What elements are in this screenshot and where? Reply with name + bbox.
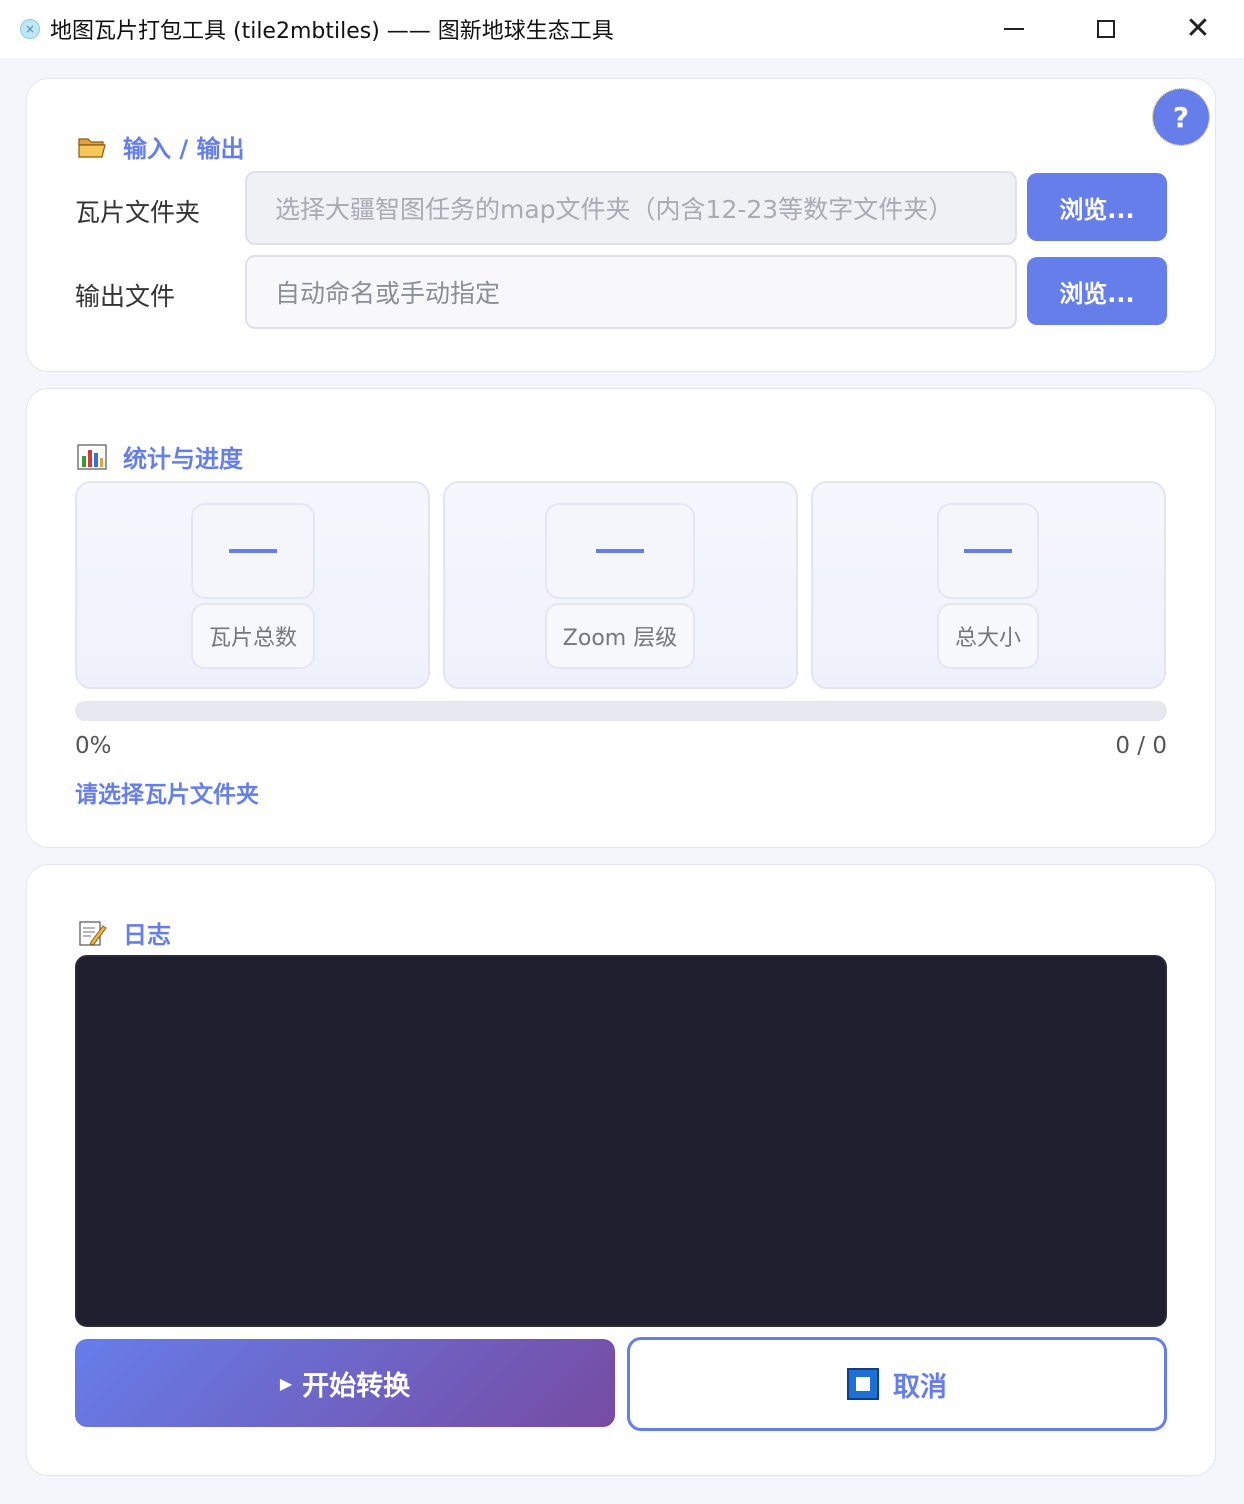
log-card: 日志 ▶ 开始转换 取消 bbox=[26, 864, 1216, 1476]
stat-total-size-value bbox=[937, 503, 1039, 599]
window-controls: ✕ bbox=[968, 0, 1244, 58]
bar-chart-icon bbox=[77, 443, 107, 470]
folder-icon bbox=[78, 137, 106, 158]
close-button[interactable]: ✕ bbox=[1152, 0, 1244, 58]
stat-total-size: 总大小 bbox=[811, 481, 1166, 689]
close-icon: ✕ bbox=[1185, 11, 1211, 46]
stat-zoom-levels-value bbox=[545, 503, 695, 599]
minimize-button[interactable] bbox=[968, 0, 1060, 58]
output-file-input[interactable]: 自动命名或手动指定 bbox=[245, 255, 1017, 329]
maximize-icon bbox=[1097, 20, 1115, 38]
log-section-title: 日志 bbox=[77, 915, 171, 950]
tile-folder-browse-button[interactable]: 浏览... bbox=[1027, 173, 1167, 241]
start-convert-button[interactable]: ▶ 开始转换 bbox=[75, 1339, 615, 1427]
dash-icon bbox=[596, 549, 644, 553]
help-button[interactable]: ? bbox=[1152, 88, 1210, 146]
tile-folder-placeholder: 选择大疆智图任务的map文件夹（内含12-23等数字文件夹） bbox=[275, 195, 954, 224]
play-icon: ▶ bbox=[279, 1373, 293, 1393]
progress-count: 0 / 0 bbox=[1115, 733, 1167, 759]
dash-icon bbox=[229, 549, 277, 553]
help-icon: ? bbox=[1172, 100, 1190, 134]
stat-total-size-label: 总大小 bbox=[937, 603, 1039, 669]
stat-tile-count-label: 瓦片总数 bbox=[191, 603, 315, 669]
output-file-browse-button[interactable]: 浏览... bbox=[1027, 257, 1167, 325]
dash-icon bbox=[964, 549, 1012, 553]
io-section-title: 输入 / 输出 bbox=[77, 129, 244, 164]
status-message: 请选择瓦片文件夹 bbox=[75, 782, 259, 808]
app-icon: × bbox=[20, 19, 40, 39]
progress-bar bbox=[75, 701, 1167, 721]
cancel-label: 取消 bbox=[893, 1371, 947, 1403]
minimize-icon bbox=[1004, 28, 1024, 30]
memo-icon bbox=[79, 920, 107, 946]
stat-tile-count-value bbox=[191, 503, 315, 599]
stat-tile-count: 瓦片总数 bbox=[75, 481, 430, 689]
log-output[interactable] bbox=[75, 955, 1167, 1327]
cancel-button[interactable]: 取消 bbox=[627, 1337, 1167, 1431]
output-file-placeholder: 自动命名或手动指定 bbox=[275, 279, 501, 308]
io-card: ? 输入 / 输出 瓦片文件夹 选择大疆智图任务的map文件夹（内含12-23等… bbox=[26, 78, 1216, 372]
stat-zoom-levels-label: Zoom 层级 bbox=[545, 603, 695, 669]
maximize-button[interactable] bbox=[1060, 0, 1152, 58]
window-title: 地图瓦片打包工具 (tile2mbtiles) —— 图新地球生态工具 bbox=[50, 19, 614, 44]
title-bar: × 地图瓦片打包工具 (tile2mbtiles) —— 图新地球生态工具 ✕ bbox=[0, 0, 1244, 58]
stats-section-title: 统计与进度 bbox=[77, 439, 243, 474]
start-convert-label: 开始转换 bbox=[302, 1370, 411, 1402]
stat-zoom-levels: Zoom 层级 bbox=[443, 481, 798, 689]
tile-folder-input[interactable]: 选择大疆智图任务的map文件夹（内含12-23等数字文件夹） bbox=[245, 171, 1017, 245]
stats-title-text: 统计与进度 bbox=[123, 445, 243, 473]
stats-card: 统计与进度 瓦片总数 Zoom 层级 总大小 0% 0 / 0 请选择瓦片文件夹 bbox=[26, 388, 1216, 848]
io-title-text: 输入 / 输出 bbox=[123, 135, 245, 163]
log-title-text: 日志 bbox=[123, 921, 171, 949]
output-file-label: 输出文件 bbox=[75, 282, 176, 311]
tile-folder-label: 瓦片文件夹 bbox=[75, 198, 201, 227]
progress-percent: 0% bbox=[75, 733, 112, 759]
stop-icon bbox=[847, 1368, 879, 1400]
